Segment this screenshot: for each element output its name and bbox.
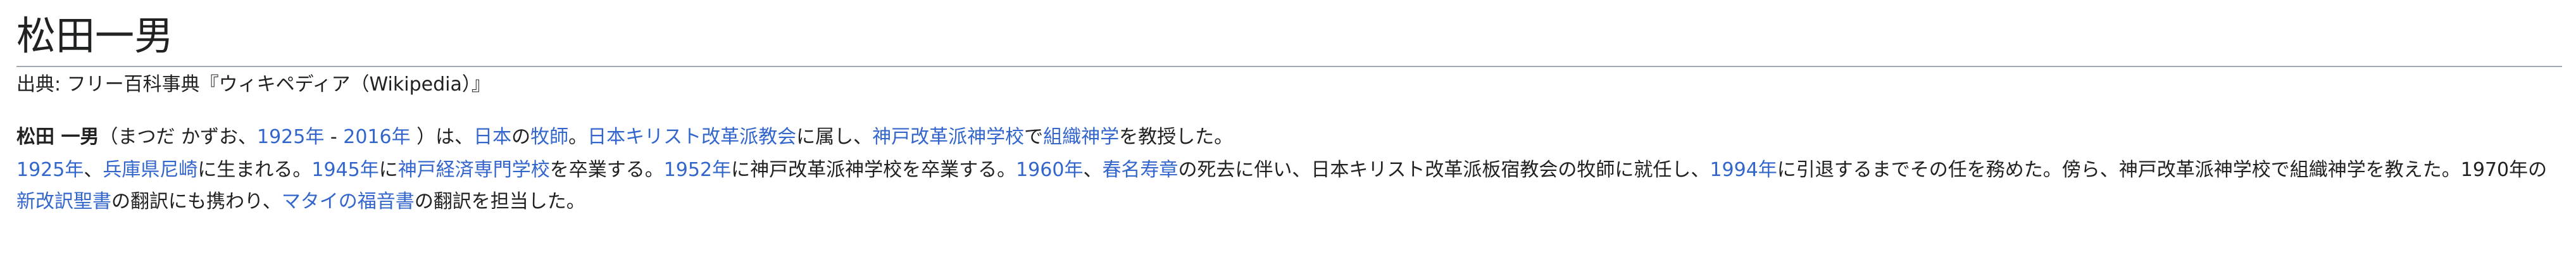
text-span: 。: [568, 126, 588, 148]
text-span: の翻訳を担当した。: [414, 191, 585, 213]
link-1925[interactable]: 1925年: [257, 126, 324, 148]
biography-paragraph: 1925年、兵庫県尼崎に生まれる。1945年に神戸経済専門学校を卒業する。195…: [16, 154, 2561, 218]
text-span: の: [511, 126, 531, 148]
text-span: 、: [1083, 159, 1103, 181]
link-1960[interactable]: 1960年: [1016, 159, 1083, 181]
link-1945[interactable]: 1945年: [311, 159, 378, 181]
text-span: に生まれる。: [197, 159, 312, 181]
text-span: （まつだ かずお、: [99, 126, 257, 148]
link-1925[interactable]: 1925年: [16, 159, 84, 181]
text-span: の翻訳にも携わり、: [111, 191, 282, 213]
link-japan[interactable]: 日本: [473, 126, 511, 148]
text-span: ）は、: [410, 126, 474, 148]
text-span: の死去に伴い、日本キリスト改革派板宿教会の牧師に就任し、: [1178, 159, 1710, 181]
link-gospel-of-matthew[interactable]: マタイの福音書: [282, 191, 415, 213]
link-2016[interactable]: 2016年: [343, 126, 410, 148]
subject-name: 松田 一男: [16, 126, 99, 148]
text-span: を教授した。: [1119, 126, 1234, 148]
text-span: に引退するまでその任を務めた。傍ら、神戸改革派神学校で組織神学を教えた。1970…: [1777, 159, 2548, 181]
link-1994[interactable]: 1994年: [1710, 159, 1777, 181]
link-kobe-seminary[interactable]: 神戸改革派神学校: [872, 126, 1024, 148]
wiki-page: 松田一男 出典: フリー百科事典『ウィキペディア（Wikipedia）』 松田 …: [0, 0, 2576, 257]
text-span: に神戸改革派神学校を卒業する。: [731, 159, 1016, 181]
link-kasuga[interactable]: 春名寿章: [1102, 159, 1178, 181]
text-span: で: [1024, 126, 1044, 148]
text-span: を卒業する。: [549, 159, 664, 181]
site-subtitle: 出典: フリー百科事典『ウィキペディア（Wikipedia）』: [16, 73, 491, 96]
article-body: 松田 一男（まつだ かずお、1925年 - 2016年 ）は、日本の牧師。日本キ…: [16, 122, 2561, 218]
link-pastor[interactable]: 牧師: [530, 126, 568, 148]
link-kobe-keizai[interactable]: 神戸経済専門学校: [398, 159, 550, 181]
text-span: 、: [84, 159, 103, 181]
page-title: 松田一男: [16, 11, 2562, 67]
lead-paragraph: 松田 一男（まつだ かずお、1925年 - 2016年 ）は、日本の牧師。日本キ…: [16, 122, 2561, 153]
text-span: -: [324, 126, 344, 148]
link-shinkaiyaku-bible[interactable]: 新改訳聖書: [16, 191, 111, 213]
link-systematic-theology[interactable]: 組織神学: [1043, 126, 1119, 148]
text-span: に属し、: [796, 126, 873, 148]
link-amagasaki[interactable]: 兵庫県尼崎: [103, 159, 197, 181]
link-reformed-church[interactable]: 日本キリスト改革派教会: [587, 126, 796, 148]
link-1952[interactable]: 1952年: [664, 159, 731, 181]
text-span: に: [378, 159, 398, 181]
